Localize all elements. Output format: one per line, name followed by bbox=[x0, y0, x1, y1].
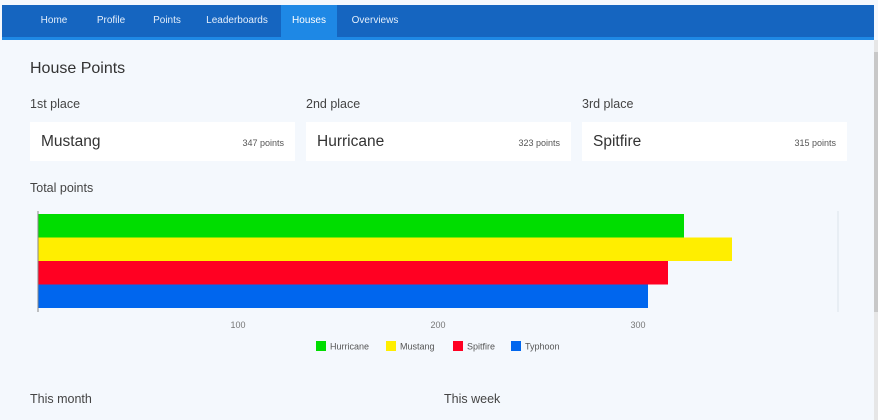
first-place-label: 1st place bbox=[30, 97, 81, 111]
house-points: 323 points bbox=[518, 138, 560, 148]
nav-item-houses[interactable]: Houses bbox=[281, 5, 337, 37]
top-navbar: Home Profile Points Leaderboards Houses … bbox=[2, 5, 874, 40]
third-place-card: Spitfire 315 points bbox=[582, 122, 847, 161]
legend-swatch bbox=[386, 341, 396, 351]
bar-mustang[interactable] bbox=[38, 237, 732, 262]
third-place-label: 3rd place bbox=[582, 97, 634, 111]
second-place-card: Hurricane 323 points bbox=[306, 122, 571, 161]
nav-item-home[interactable]: Home bbox=[28, 5, 80, 37]
legend-label: Hurricane bbox=[330, 342, 369, 352]
legend-item-typhoon[interactable]: Typhoon bbox=[511, 341, 560, 352]
legend-item-mustang[interactable]: Mustang bbox=[386, 341, 435, 352]
nav-item-leaderboards[interactable]: Leaderboards bbox=[196, 5, 278, 37]
nav-item-overviews[interactable]: Overviews bbox=[342, 5, 408, 37]
house-points: 315 points bbox=[794, 138, 836, 148]
bar-hurricane[interactable] bbox=[38, 214, 684, 238]
page-frame: Home Profile Points Leaderboards Houses … bbox=[0, 0, 878, 420]
bar-typhoon[interactable] bbox=[38, 284, 648, 309]
x-tick-label: 300 bbox=[630, 320, 645, 330]
house-name: Hurricane bbox=[317, 133, 385, 150]
house-points: 347 points bbox=[242, 138, 284, 148]
house-name: Mustang bbox=[41, 133, 101, 150]
nav-item-points[interactable]: Points bbox=[142, 5, 192, 37]
legend-item-spitfire[interactable]: Spitfire bbox=[453, 341, 495, 352]
legend-label: Typhoon bbox=[525, 342, 560, 352]
house-name: Spitfire bbox=[593, 133, 642, 150]
page-title: House Points bbox=[30, 60, 126, 77]
this-week-heading: This week bbox=[444, 392, 501, 406]
first-place-card: Mustang 347 points bbox=[30, 122, 295, 161]
this-month-heading: This month bbox=[30, 392, 92, 406]
legend-swatch bbox=[453, 341, 463, 351]
bar-spitfire[interactable] bbox=[38, 261, 668, 285]
legend-label: Spitfire bbox=[467, 342, 495, 352]
x-tick-label: 100 bbox=[230, 320, 245, 330]
legend-swatch bbox=[316, 341, 326, 351]
legend-item-hurricane[interactable]: Hurricane bbox=[316, 341, 369, 352]
total-points-heading: Total points bbox=[30, 181, 94, 195]
nav-item-profile[interactable]: Profile bbox=[84, 5, 138, 37]
x-tick-label: 200 bbox=[430, 320, 445, 330]
legend-label: Mustang bbox=[400, 342, 435, 352]
second-place-label: 2nd place bbox=[306, 97, 361, 111]
total-points-chart: 100 200 300 Hurricane Mustang Spitfire Typhoo… bbox=[37, 211, 839, 352]
legend-swatch bbox=[511, 341, 521, 351]
